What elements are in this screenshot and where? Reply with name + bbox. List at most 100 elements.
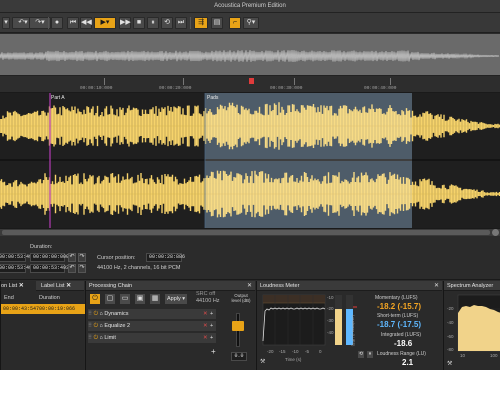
momentary-value: -18.2 (-15.7) — [377, 302, 422, 311]
waveform-graphic — [0, 93, 500, 228]
waveform-view[interactable]: Part A Pads — [0, 93, 500, 228]
headphones-icon[interactable]: ⌂ — [99, 323, 102, 329]
toolbar: ▾ ↶▾ ↷▾ ● ⏮ ◀◀ ▶▾ ▶▶ ■ ⏸ ⟲ ⏭ ⇶ ▤ ⌐ ⚲▾ — [0, 13, 500, 33]
processing-chain-panel: Processing Chain ✕ ⏻ ▢ ▭ ▣ ▦ Apply ▾ SRC… — [85, 281, 255, 370]
selection-start-field[interactable]: 00:00:53:493 — [0, 253, 35, 262]
snap-icon[interactable]: ⌐ — [229, 17, 241, 29]
x-tick: 100 — [490, 353, 498, 358]
cursor-position-field[interactable]: 00:00:28:886 — [146, 253, 185, 262]
apply-button[interactable]: Apply ▾ — [164, 293, 188, 305]
selection-duration-field[interactable]: 00:00:00:000 — [30, 253, 69, 262]
x-tick: 0 — [319, 349, 322, 354]
app-window: Acoustica Premium Edition ▾ ↶▾ ↷▾ ● ⏮ ◀◀… — [0, 0, 500, 370]
stop-button[interactable]: ■ — [133, 17, 145, 29]
folder-icon[interactable]: ▭ — [119, 293, 131, 305]
reset-icon[interactable]: ⟲ — [357, 350, 365, 359]
follow-icon[interactable]: ⇶ — [194, 17, 208, 29]
ruler-tick: 00:00:30:000 — [270, 86, 303, 91]
stepper-button[interactable]: ↶ — [68, 253, 76, 262]
marker-label-part-a[interactable]: Part A — [51, 95, 65, 101]
overview-waveform[interactable] — [0, 34, 500, 76]
selection-end-field[interactable]: 00:00:53:493 — [0, 264, 35, 273]
effect-row-limit[interactable]: ⠿ ⏻ ⌂ Limit ✕ + — [88, 333, 216, 343]
selection-info: Duration: 00:00:53:493 00:00:00:000 ↶ ↷ … — [0, 237, 500, 280]
rewind-button[interactable]: ◀◀ — [80, 17, 92, 29]
panel-header: Loudness Meter ✕ — [257, 281, 442, 291]
y-tick: -20 — [447, 306, 454, 311]
cursor-position-label: Cursor position: — [97, 255, 136, 261]
region-list-panel: on List ✕ Label List ✕ End Duration 00:0… — [0, 281, 85, 370]
spectrum-analyzer-panel: Spectrum Analyzer -20 -40 -60 -80 10 100… — [443, 281, 500, 370]
scroll-icon[interactable]: ▤ — [211, 17, 223, 29]
loudness-range-label: Loudness Range (LU) — [377, 351, 426, 357]
zoom-icon[interactable] — [492, 229, 499, 236]
close-icon[interactable]: ✕ — [247, 281, 252, 291]
duration-label: Duration: — [30, 244, 53, 250]
panel-header: Processing Chain ✕ — [86, 281, 255, 291]
add-icon[interactable]: + — [210, 333, 213, 343]
wrench-icon[interactable]: ⚒ — [447, 360, 452, 367]
search-icon[interactable]: ⚲▾ — [243, 17, 259, 29]
close-icon[interactable]: ✕ — [434, 281, 439, 291]
momentary-label: Momentary (LUFS) — [375, 295, 418, 301]
y-tick: -20 — [327, 306, 334, 311]
x-tick: -15 — [279, 349, 286, 354]
marker-label-pads[interactable]: Pads — [207, 95, 218, 101]
time-ruler[interactable]: 00:00:10:000 00:00:20:000 00:00:30:000 0… — [0, 76, 500, 93]
pause-icon[interactable]: ⏸ — [366, 350, 374, 359]
clear-icon[interactable]: ▢ — [104, 293, 116, 305]
chevron-icon[interactable]: ▾ — [2, 17, 10, 29]
power-icon[interactable]: ⏻ — [89, 293, 101, 305]
sample-rate: 44100 Hz — [196, 298, 220, 304]
table-row[interactable]: 00:00:43:547 00:00:19:066 — [1, 304, 85, 314]
stepper-button[interactable]: ↶ — [68, 264, 76, 273]
pause-button[interactable]: ⏸ — [147, 17, 159, 29]
go-end-button[interactable]: ⏭ — [175, 17, 187, 29]
shortterm-value: -18.7 (-17.5) — [377, 320, 422, 329]
scrollbar-thumb[interactable] — [2, 230, 490, 235]
panel-header: Spectrum Analyzer — [444, 281, 500, 291]
go-start-button[interactable]: ⏮ — [67, 17, 79, 29]
output-level-value[interactable]: 0.0 — [231, 352, 247, 361]
add-icon[interactable]: + — [210, 309, 213, 319]
loop-button[interactable]: ⟲ — [161, 17, 173, 29]
column-header-end: End — [4, 295, 14, 301]
view-icon[interactable]: ▦ — [149, 293, 161, 305]
remove-icon[interactable]: ✕ — [203, 333, 208, 343]
add-icon[interactable]: + — [210, 321, 213, 331]
wrench-icon[interactable]: ⚒ — [260, 358, 265, 365]
y-tick: -60 — [447, 334, 454, 339]
y-axis-label: Loudness (LUFS) — [351, 315, 356, 347]
record-button[interactable]: ● — [51, 17, 63, 29]
remove-icon[interactable]: ✕ — [203, 309, 208, 319]
selection-length-field[interactable]: 00:00:53:493 — [30, 264, 69, 273]
headphones-icon[interactable]: ⌂ — [99, 311, 102, 317]
play-button[interactable]: ▶▾ — [94, 17, 116, 29]
remove-icon[interactable]: ✕ — [203, 321, 208, 331]
spectrum-graph — [457, 294, 500, 352]
x-axis-label: Time (s) — [285, 357, 302, 362]
stepper-button[interactable]: ↷ — [78, 253, 86, 262]
title-bar: Acoustica Premium Edition — [0, 0, 500, 13]
playhead-marker[interactable] — [249, 78, 254, 84]
y-tick: -40 — [447, 320, 454, 325]
stepper-button[interactable]: ↷ — [78, 264, 86, 273]
integrated-label: Integrated (LUFS) — [381, 332, 422, 338]
save-icon[interactable]: ▣ — [134, 293, 146, 305]
effect-row-dynamics[interactable]: ⠿ ⏻ ⌂ Dynamics ✕ + — [88, 309, 216, 319]
tab-region-list[interactable]: on List ✕ — [1, 281, 36, 291]
horizontal-scrollbar[interactable] — [0, 228, 500, 236]
headphones-icon[interactable]: ⌂ — [99, 335, 102, 341]
fast-forward-button[interactable]: ▶▶ — [119, 17, 131, 29]
add-effect-icon[interactable]: + — [211, 347, 216, 356]
tab-label-list[interactable]: Label List ✕ — [41, 281, 83, 291]
window-title: Acoustica Premium Edition — [214, 3, 286, 9]
output-level-label: Output level (dB) — [231, 293, 251, 303]
x-tick: -10 — [292, 349, 299, 354]
ruler-tick: 00:00:20:000 — [159, 86, 192, 91]
output-level-slider[interactable] — [232, 321, 244, 331]
x-tick: 10 — [460, 353, 466, 358]
audio-format: 44100 Hz, 2 channels, 16 bit PCM — [97, 265, 181, 271]
column-header-duration: Duration — [39, 295, 60, 301]
effect-row-equalize[interactable]: ⠿ ⏻ ⌂ Equalize 2 ✕ + — [88, 321, 216, 331]
